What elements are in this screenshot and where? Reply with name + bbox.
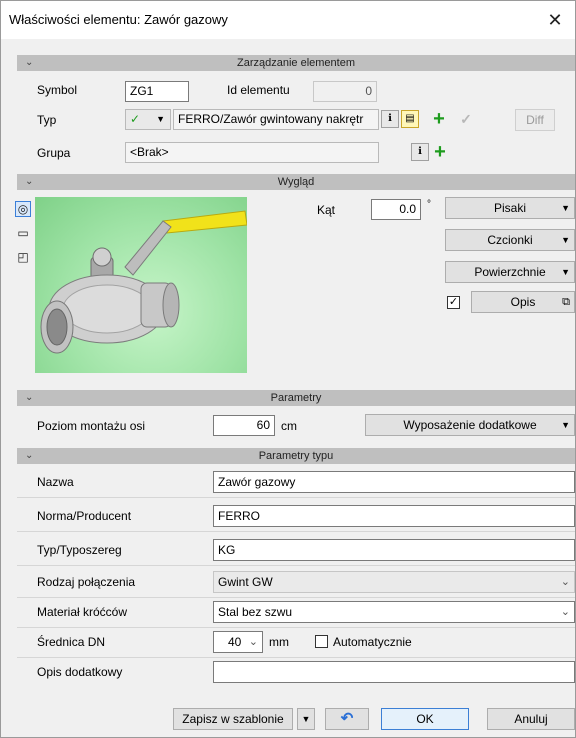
grupa-input[interactable]: <Brak> (125, 142, 379, 163)
anuluj-button[interactable]: Anuluj (487, 708, 575, 730)
dropdown-arrow-icon: ▼ (561, 203, 570, 213)
automatycznie-checkbox[interactable] (315, 635, 328, 648)
check-icon: ✓ (130, 112, 141, 126)
info-icon[interactable]: ℹ (381, 110, 399, 128)
section-parametry[interactable]: ⌄ Parametry (17, 390, 575, 406)
title-bar: Właściwości elementu: Zawór gazowy ✕ (1, 1, 575, 39)
typ-status-select[interactable]: ✓ ▼ (125, 109, 171, 130)
divider (17, 597, 575, 598)
wyposazenie-label: Wyposażenie dodatkowe (403, 418, 537, 432)
czcionki-button[interactable]: Czcionki ▼ (445, 229, 575, 251)
divider (17, 657, 575, 658)
dropdown-arrow-icon: ▼ (561, 267, 570, 277)
rodzaj-polaczenia-select[interactable]: Gwint GW ⌄ (213, 571, 575, 593)
typoszereg-label: Typ/Typoszereg (37, 543, 122, 557)
srednica-value: 40 (228, 635, 242, 649)
powierzchnie-button[interactable]: Powierzchnie ▼ (445, 261, 575, 283)
material-value: Stal bez szwu (218, 605, 293, 619)
section-title: Zarządzanie elementem (236, 57, 355, 69)
nazwa-input[interactable]: Zawór gazowy (213, 471, 575, 493)
wyposazenie-button[interactable]: Wyposażenie dodatkowe ▼ (365, 414, 575, 436)
info-icon[interactable]: ℹ (411, 143, 429, 161)
open-window-icon: ⧉ (562, 296, 570, 308)
divider (17, 497, 575, 498)
dropdown-arrow-icon: ▼ (561, 420, 570, 430)
catalog-icon[interactable]: ▤ (401, 110, 419, 128)
chevron-down-icon[interactable]: ⌄ (25, 174, 33, 190)
id-label: Id elementu (227, 83, 290, 97)
rodzaj-polaczenia-label: Rodzaj połączenia (37, 575, 136, 589)
section-zarzadzanie[interactable]: ⌄ Zarządzanie elementem (17, 55, 575, 71)
valve-image (40, 210, 247, 354)
norma-label: Norma/Producent (37, 509, 132, 523)
apply-check-icon: ✓ (460, 111, 472, 127)
norma-input[interactable]: FERRO (213, 505, 575, 527)
symbol-input[interactable]: ZG1 (125, 81, 189, 102)
opis-label: Opis (510, 295, 536, 309)
poziom-label: Poziom montażu osi (37, 419, 146, 433)
pisaki-label: Pisaki (493, 201, 526, 215)
section-parametry-typu[interactable]: ⌄ Parametry typu (17, 448, 575, 464)
opis-dodatkowy-input[interactable] (213, 661, 575, 683)
diff-button: Diff (515, 109, 555, 131)
chevron-down-icon[interactable]: ⌄ (25, 448, 33, 464)
czcionki-label: Czcionki (487, 233, 533, 247)
id-field: 0 (313, 81, 377, 102)
automatycznie-label: Automatycznie (333, 635, 412, 649)
view-box-icon[interactable]: ◰ (15, 249, 31, 265)
typ-input[interactable]: FERRO/Zawór gwintowany nakrętr (173, 109, 379, 130)
dropdown-arrow-icon: ▼ (156, 114, 165, 124)
poziom-unit: cm (281, 419, 297, 433)
ok-button[interactable]: OK (381, 708, 469, 730)
zapisz-dropdown-button[interactable]: ▼ (297, 708, 315, 730)
properties-dialog: Właściwości elementu: Zawór gazowy ✕ ⌄ Z… (0, 0, 576, 738)
chevron-down-icon: ⌄ (248, 636, 258, 648)
add-icon[interactable]: + (430, 109, 448, 129)
section-title: Wygląd (277, 176, 315, 188)
chevron-down-icon[interactable]: ⌄ (25, 55, 33, 71)
divider (17, 627, 575, 628)
symbol-label: Symbol (37, 83, 78, 97)
section-title: Parametry typu (258, 450, 334, 462)
divider (17, 565, 575, 566)
kat-input[interactable]: 0.0 (371, 199, 421, 220)
opis-button[interactable]: Opis ⧉ (471, 291, 575, 313)
material-select[interactable]: Stal bez szwu ⌄ (213, 601, 575, 623)
view-3d-icon[interactable]: ◎ (15, 201, 31, 217)
opis-checkbox[interactable]: ✓ (447, 296, 460, 309)
nazwa-label: Nazwa (37, 475, 74, 489)
poziom-input[interactable]: 60 (213, 415, 275, 436)
section-title: Parametry (270, 392, 322, 404)
chevron-down-icon: ⌄ (560, 606, 570, 618)
dn-unit: mm (269, 635, 289, 649)
pisaki-button[interactable]: Pisaki ▼ (445, 197, 575, 219)
chevron-down-icon[interactable]: ⌄ (25, 390, 33, 406)
grupa-label: Grupa (37, 146, 71, 160)
degree-unit: ° (427, 199, 431, 210)
add-icon[interactable]: + (431, 142, 449, 162)
zapisz-w-szablonie-button[interactable]: Zapisz w szablonie (173, 708, 293, 730)
section-wyglad[interactable]: ⌄ Wygląd (17, 174, 575, 190)
undo-icon[interactable]: ↶ (325, 708, 369, 730)
divider (17, 531, 575, 532)
chevron-down-icon: ⌄ (560, 576, 570, 588)
kat-label: Kąt (317, 203, 336, 217)
powierzchnie-label: Powierzchnie (474, 265, 546, 279)
rodzaj-polaczenia-value: Gwint GW (218, 575, 273, 589)
typ-label: Typ (37, 113, 57, 127)
material-label: Materiał króćców (37, 605, 128, 619)
window-title: Właściwości elementu: Zawór gazowy (9, 12, 228, 27)
opis-dodatkowy-label: Opis dodatkowy (37, 665, 123, 679)
typoszereg-input[interactable]: KG (213, 539, 575, 561)
srednica-label: Średnica DN (37, 635, 106, 649)
element-preview (35, 197, 247, 373)
view-front-icon[interactable]: ▭ (15, 225, 31, 241)
dropdown-arrow-icon: ▼ (561, 235, 570, 245)
srednica-select[interactable]: 40 ⌄ (213, 631, 263, 653)
close-icon[interactable]: ✕ (541, 7, 569, 33)
